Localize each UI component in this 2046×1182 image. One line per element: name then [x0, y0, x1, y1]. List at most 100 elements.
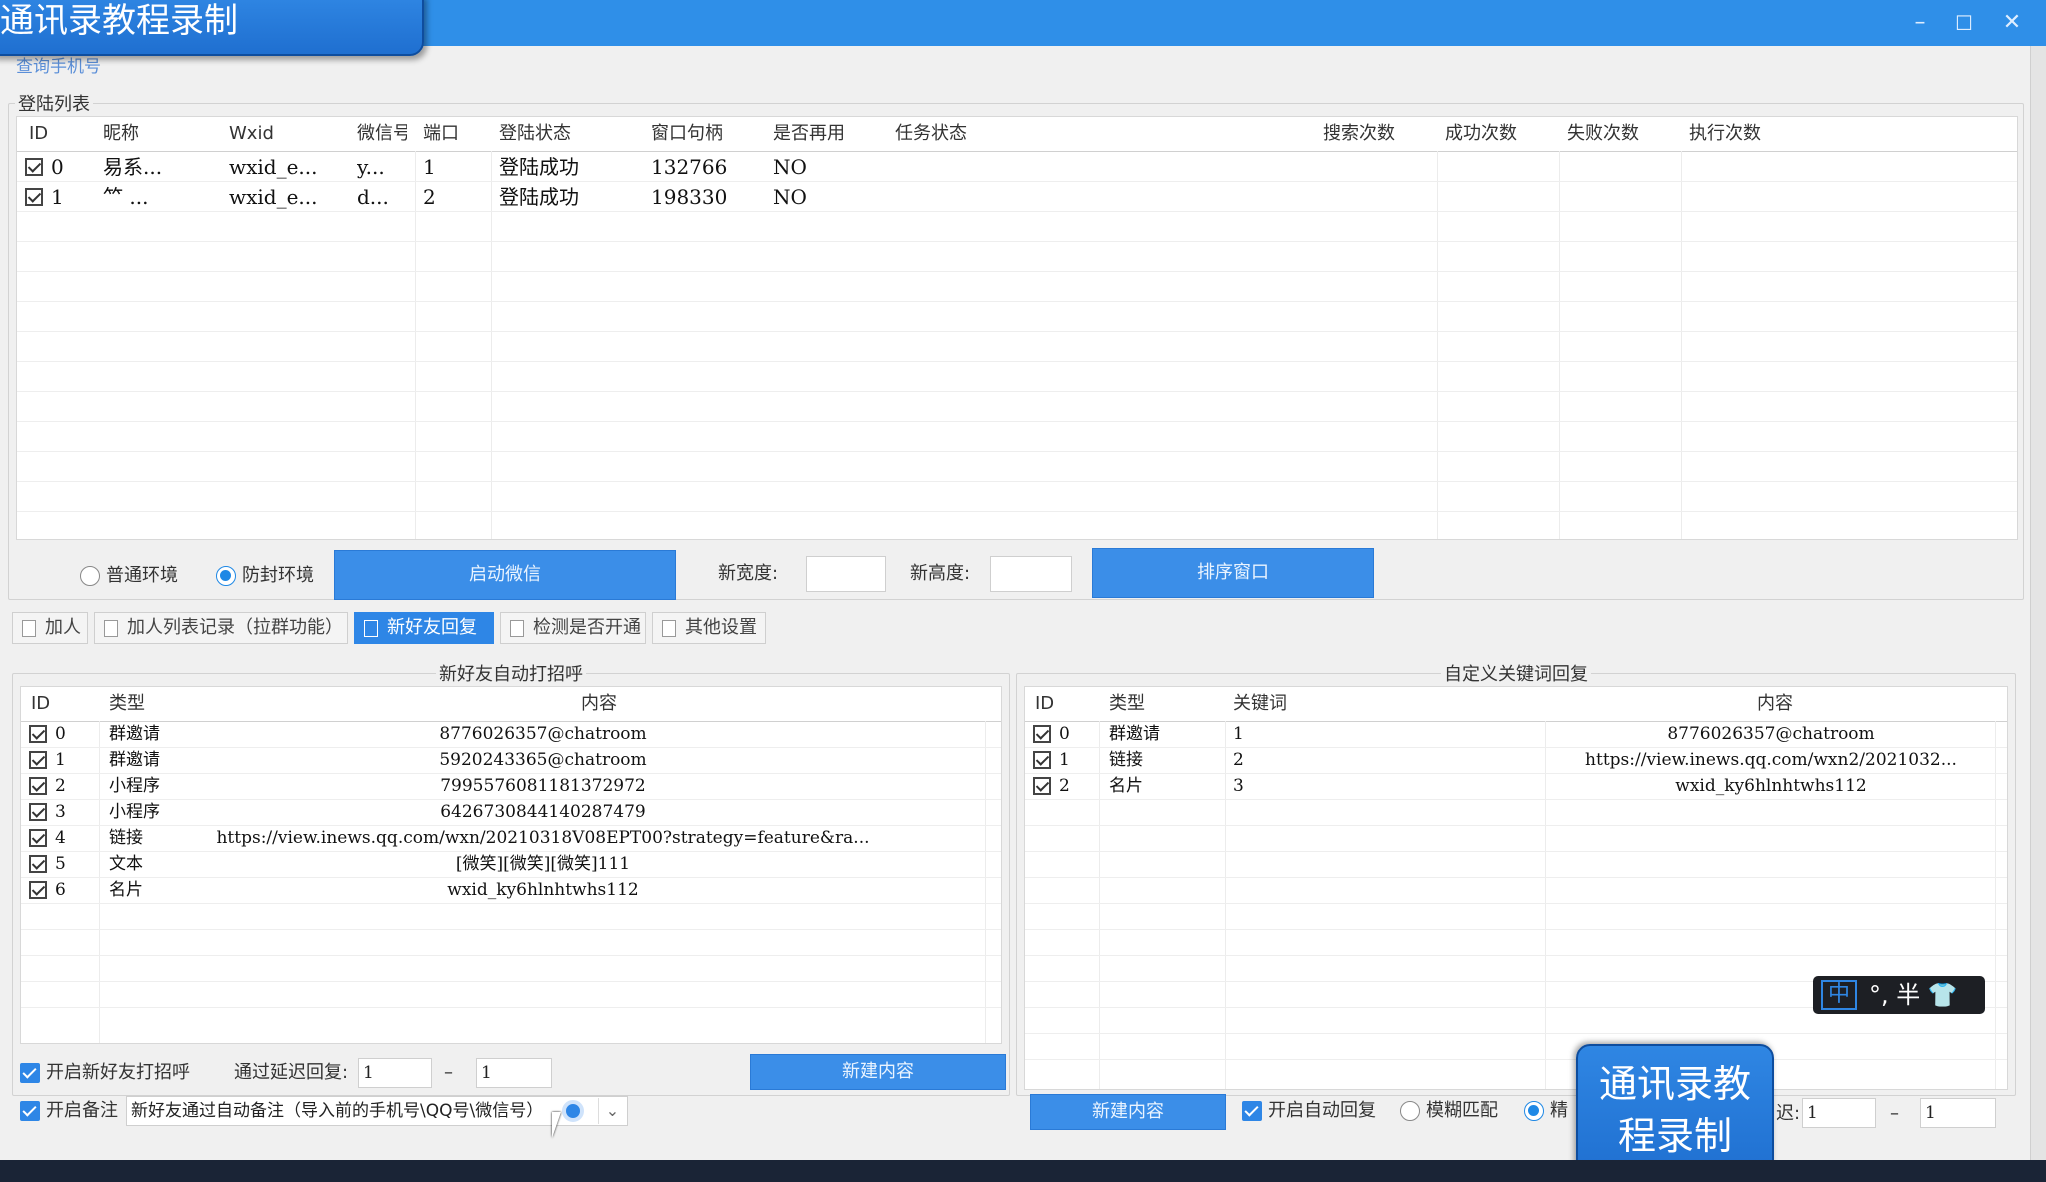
col-keyword: 关键词 — [1233, 693, 1287, 714]
enable-auto-reply-checkbox[interactable] — [1242, 1101, 1262, 1121]
col-window-handle: 窗口句柄 — [651, 123, 723, 144]
document-icon — [104, 620, 118, 637]
enable-remark-checkbox[interactable] — [20, 1101, 40, 1121]
row-checkbox[interactable] — [25, 188, 43, 206]
enable-remark-label: 开启备注 — [46, 1100, 118, 1121]
greet-row-content: 6426730844140287479 — [440, 802, 646, 822]
row-checkbox[interactable] — [29, 803, 47, 821]
close-button[interactable]: ✕ — [1992, 8, 2032, 38]
anti-ban-env-radio[interactable] — [216, 566, 236, 586]
kw-row-keyword: 3 — [1233, 776, 1244, 796]
login-row-handle: 132766 — [651, 155, 728, 179]
exact-match-radio[interactable] — [1524, 1101, 1544, 1121]
kw-row-id: 2 — [1059, 776, 1070, 796]
greeting-legend: 新好友自动打招呼 — [439, 664, 583, 685]
col-exec-count: 执行次数 — [1689, 123, 1761, 144]
document-icon — [364, 620, 378, 637]
greet-row-content: wxid_ky6hlnhtwhs112 — [447, 880, 639, 900]
anti-ban-env-label: 防封环境 — [242, 565, 314, 586]
row-checkbox[interactable] — [29, 881, 47, 899]
delay-dash: – — [444, 1062, 453, 1083]
enable-greet-label: 开启新好友打招呼 — [46, 1062, 190, 1083]
col-id: ID — [31, 693, 51, 714]
greet-row-content: [微笑][微笑][微笑]111 — [455, 854, 631, 874]
row-checkbox[interactable] — [29, 777, 47, 795]
login-row-reuse: NO — [773, 155, 807, 179]
tab-add-friend[interactable]: 加人 — [12, 612, 88, 644]
delay-reply-label: 通过延迟回复: — [234, 1062, 349, 1083]
kw-row-content: wxid_ky6hlnhtwhs112 — [1675, 776, 1867, 796]
col-id: ID — [1035, 693, 1055, 714]
login-row-status: 登陆成功 — [499, 155, 579, 179]
start-wechat-button[interactable]: 启动微信 — [334, 550, 676, 600]
new-width-label: 新宽度: — [718, 563, 779, 584]
greet-row-id: 4 — [55, 828, 66, 848]
delay-to-input[interactable]: 1 — [476, 1058, 552, 1088]
row-checkbox[interactable] — [1033, 777, 1051, 795]
kw-row-id: 1 — [1059, 750, 1070, 770]
normal-env-radio[interactable] — [80, 566, 100, 586]
col-nickname: 昵称 — [103, 123, 139, 144]
row-checkbox[interactable] — [29, 829, 47, 847]
kw-row-keyword: 2 — [1233, 750, 1244, 770]
row-checkbox[interactable] — [29, 855, 47, 873]
exact-match-label: 精 — [1550, 1100, 1568, 1121]
greet-row-id: 0 — [55, 724, 66, 744]
col-success-count: 成功次数 — [1445, 123, 1517, 144]
row-checkbox[interactable] — [29, 751, 47, 769]
minimize-button[interactable]: – — [1900, 8, 1940, 38]
col-id: ID — [29, 123, 49, 144]
right-scroll-strip — [2030, 46, 2046, 1182]
greet-new-content-button[interactable]: 新建内容 — [750, 1054, 1006, 1090]
row-checkbox[interactable] — [1033, 751, 1051, 769]
new-height-input[interactable] — [990, 556, 1072, 592]
tab-check-enabled[interactable]: 检测是否开通 — [500, 612, 646, 644]
col-content: 内容 — [1757, 693, 1793, 714]
login-row-wxid: wxid_e... — [229, 185, 318, 209]
login-row-handle: 198330 — [651, 185, 728, 209]
kw-row-type: 群邀请 — [1109, 724, 1160, 744]
enable-greet-checkbox[interactable] — [20, 1063, 40, 1083]
fuzzy-match-radio[interactable] — [1400, 1101, 1420, 1121]
kw-row-id: 0 — [1059, 724, 1070, 744]
badge-line-1: 通讯录教 — [1598, 1062, 1751, 1106]
keyword-new-content-button[interactable]: 新建内容 — [1030, 1094, 1226, 1130]
tab-other-settings[interactable]: 其他设置 — [652, 612, 766, 644]
col-in-use: 是否再用 — [773, 123, 845, 144]
document-icon — [662, 620, 676, 637]
sort-windows-button[interactable]: 排序窗口 — [1092, 548, 1374, 598]
col-login-status: 登陆状态 — [499, 123, 571, 144]
ime-options: °, 半 👕 — [1869, 981, 1958, 1009]
mouse-cursor-icon — [552, 1112, 570, 1138]
kw-row-content: https://view.inews.qq.com/wxn2/2021032..… — [1585, 750, 1957, 770]
document-icon — [22, 620, 36, 637]
chevron-down-icon[interactable]: ⌄ — [598, 1098, 626, 1124]
document-icon — [510, 620, 524, 637]
keyword-table[interactable]: ID 类型 关键词 内容 0 群邀请 1 8776026357@chatroom… — [1024, 686, 2008, 1090]
login-list-legend: 登陆列表 — [18, 94, 90, 115]
col-wechat-no: 微信号 — [357, 123, 407, 144]
taskbar-edge — [0, 1160, 2046, 1182]
keyword-delay-to-input[interactable]: 1 — [1920, 1098, 1996, 1128]
col-type: 类型 — [1109, 693, 1145, 714]
ime-chinese-mode: 中 — [1821, 980, 1857, 1010]
col-search-count: 搜索次数 — [1323, 123, 1395, 144]
kw-row-keyword: 1 — [1233, 724, 1244, 744]
login-row-nickname: 易系... — [103, 155, 163, 179]
delay-from-input[interactable]: 1 — [358, 1058, 432, 1088]
tab-new-friend-reply[interactable]: 新好友回复 — [354, 612, 494, 644]
login-table[interactable]: ID 昵称 Wxid 微信号 端口 登陆状态 窗口句柄 是否再用 任务状态 搜索… — [16, 116, 2018, 540]
greeting-table[interactable]: ID 类型 内容 0 群邀请 8776026357@chatroom 1 群邀请… — [20, 686, 1002, 1044]
maximize-button[interactable]: ☐ — [1944, 8, 1984, 38]
row-checkbox[interactable] — [25, 158, 43, 176]
login-row-reuse: NO — [773, 185, 807, 209]
row-checkbox[interactable] — [1033, 725, 1051, 743]
tab-add-list-records[interactable]: 加人列表记录（拉群功能） — [94, 612, 348, 644]
ime-status-bar[interactable]: 中 °, 半 👕 — [1813, 976, 1985, 1014]
keyword-delay-from-input[interactable]: 1 — [1802, 1098, 1876, 1128]
row-checkbox[interactable] — [29, 725, 47, 743]
login-row-wechat-no: d... — [357, 185, 389, 209]
keyword-delay-dash: – — [1890, 1103, 1899, 1124]
badge-line-2: 程录制 — [1617, 1114, 1732, 1158]
new-width-input[interactable] — [806, 556, 886, 592]
